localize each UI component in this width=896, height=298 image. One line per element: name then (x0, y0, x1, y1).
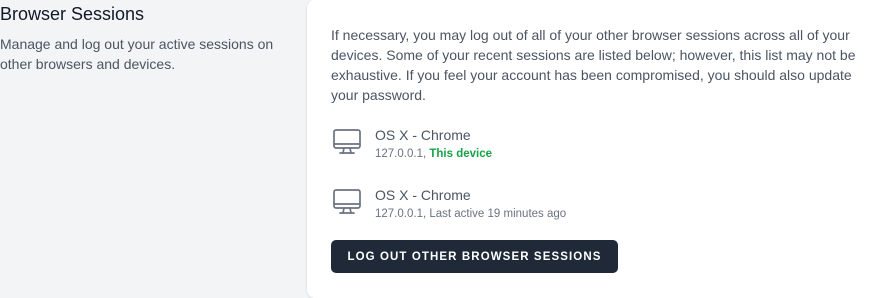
desktop-icon (331, 186, 363, 218)
session-info: OS X - Chrome 127.0.0.1, Last active 19 … (375, 186, 566, 221)
sessions-card: If necessary, you may log out of all of … (307, 0, 896, 298)
session-ip: 127.0.0.1, (375, 208, 430, 220)
sessions-intro-text: If necessary, you may log out of all of … (331, 27, 856, 103)
session-item: OS X - Chrome 127.0.0.1, Last active 19 … (331, 186, 566, 221)
desktop-icon (331, 126, 363, 158)
session-item: OS X - Chrome 127.0.0.1, This device (331, 126, 492, 161)
session-meta: 127.0.0.1, This device (375, 147, 492, 161)
section-header: Browser Sessions Manage and log out your… (0, 3, 290, 74)
session-ip: 127.0.0.1, (375, 148, 430, 160)
session-platform: OS X - Chrome (375, 127, 471, 143)
section-description: Manage and log out your active sessions … (0, 36, 274, 72)
session-platform: OS X - Chrome (375, 187, 471, 203)
section-title: Browser Sessions (0, 4, 145, 24)
logout-other-sessions-button[interactable]: Log Out Other Browser Sessions (331, 240, 618, 273)
browser-sessions-page: Browser Sessions Manage and log out your… (0, 0, 896, 298)
session-info: OS X - Chrome 127.0.0.1, This device (375, 126, 492, 161)
session-last-active: Last active 19 minutes ago (429, 208, 567, 220)
session-meta: 127.0.0.1, Last active 19 minutes ago (375, 207, 566, 221)
this-device-label: This device (429, 148, 492, 160)
